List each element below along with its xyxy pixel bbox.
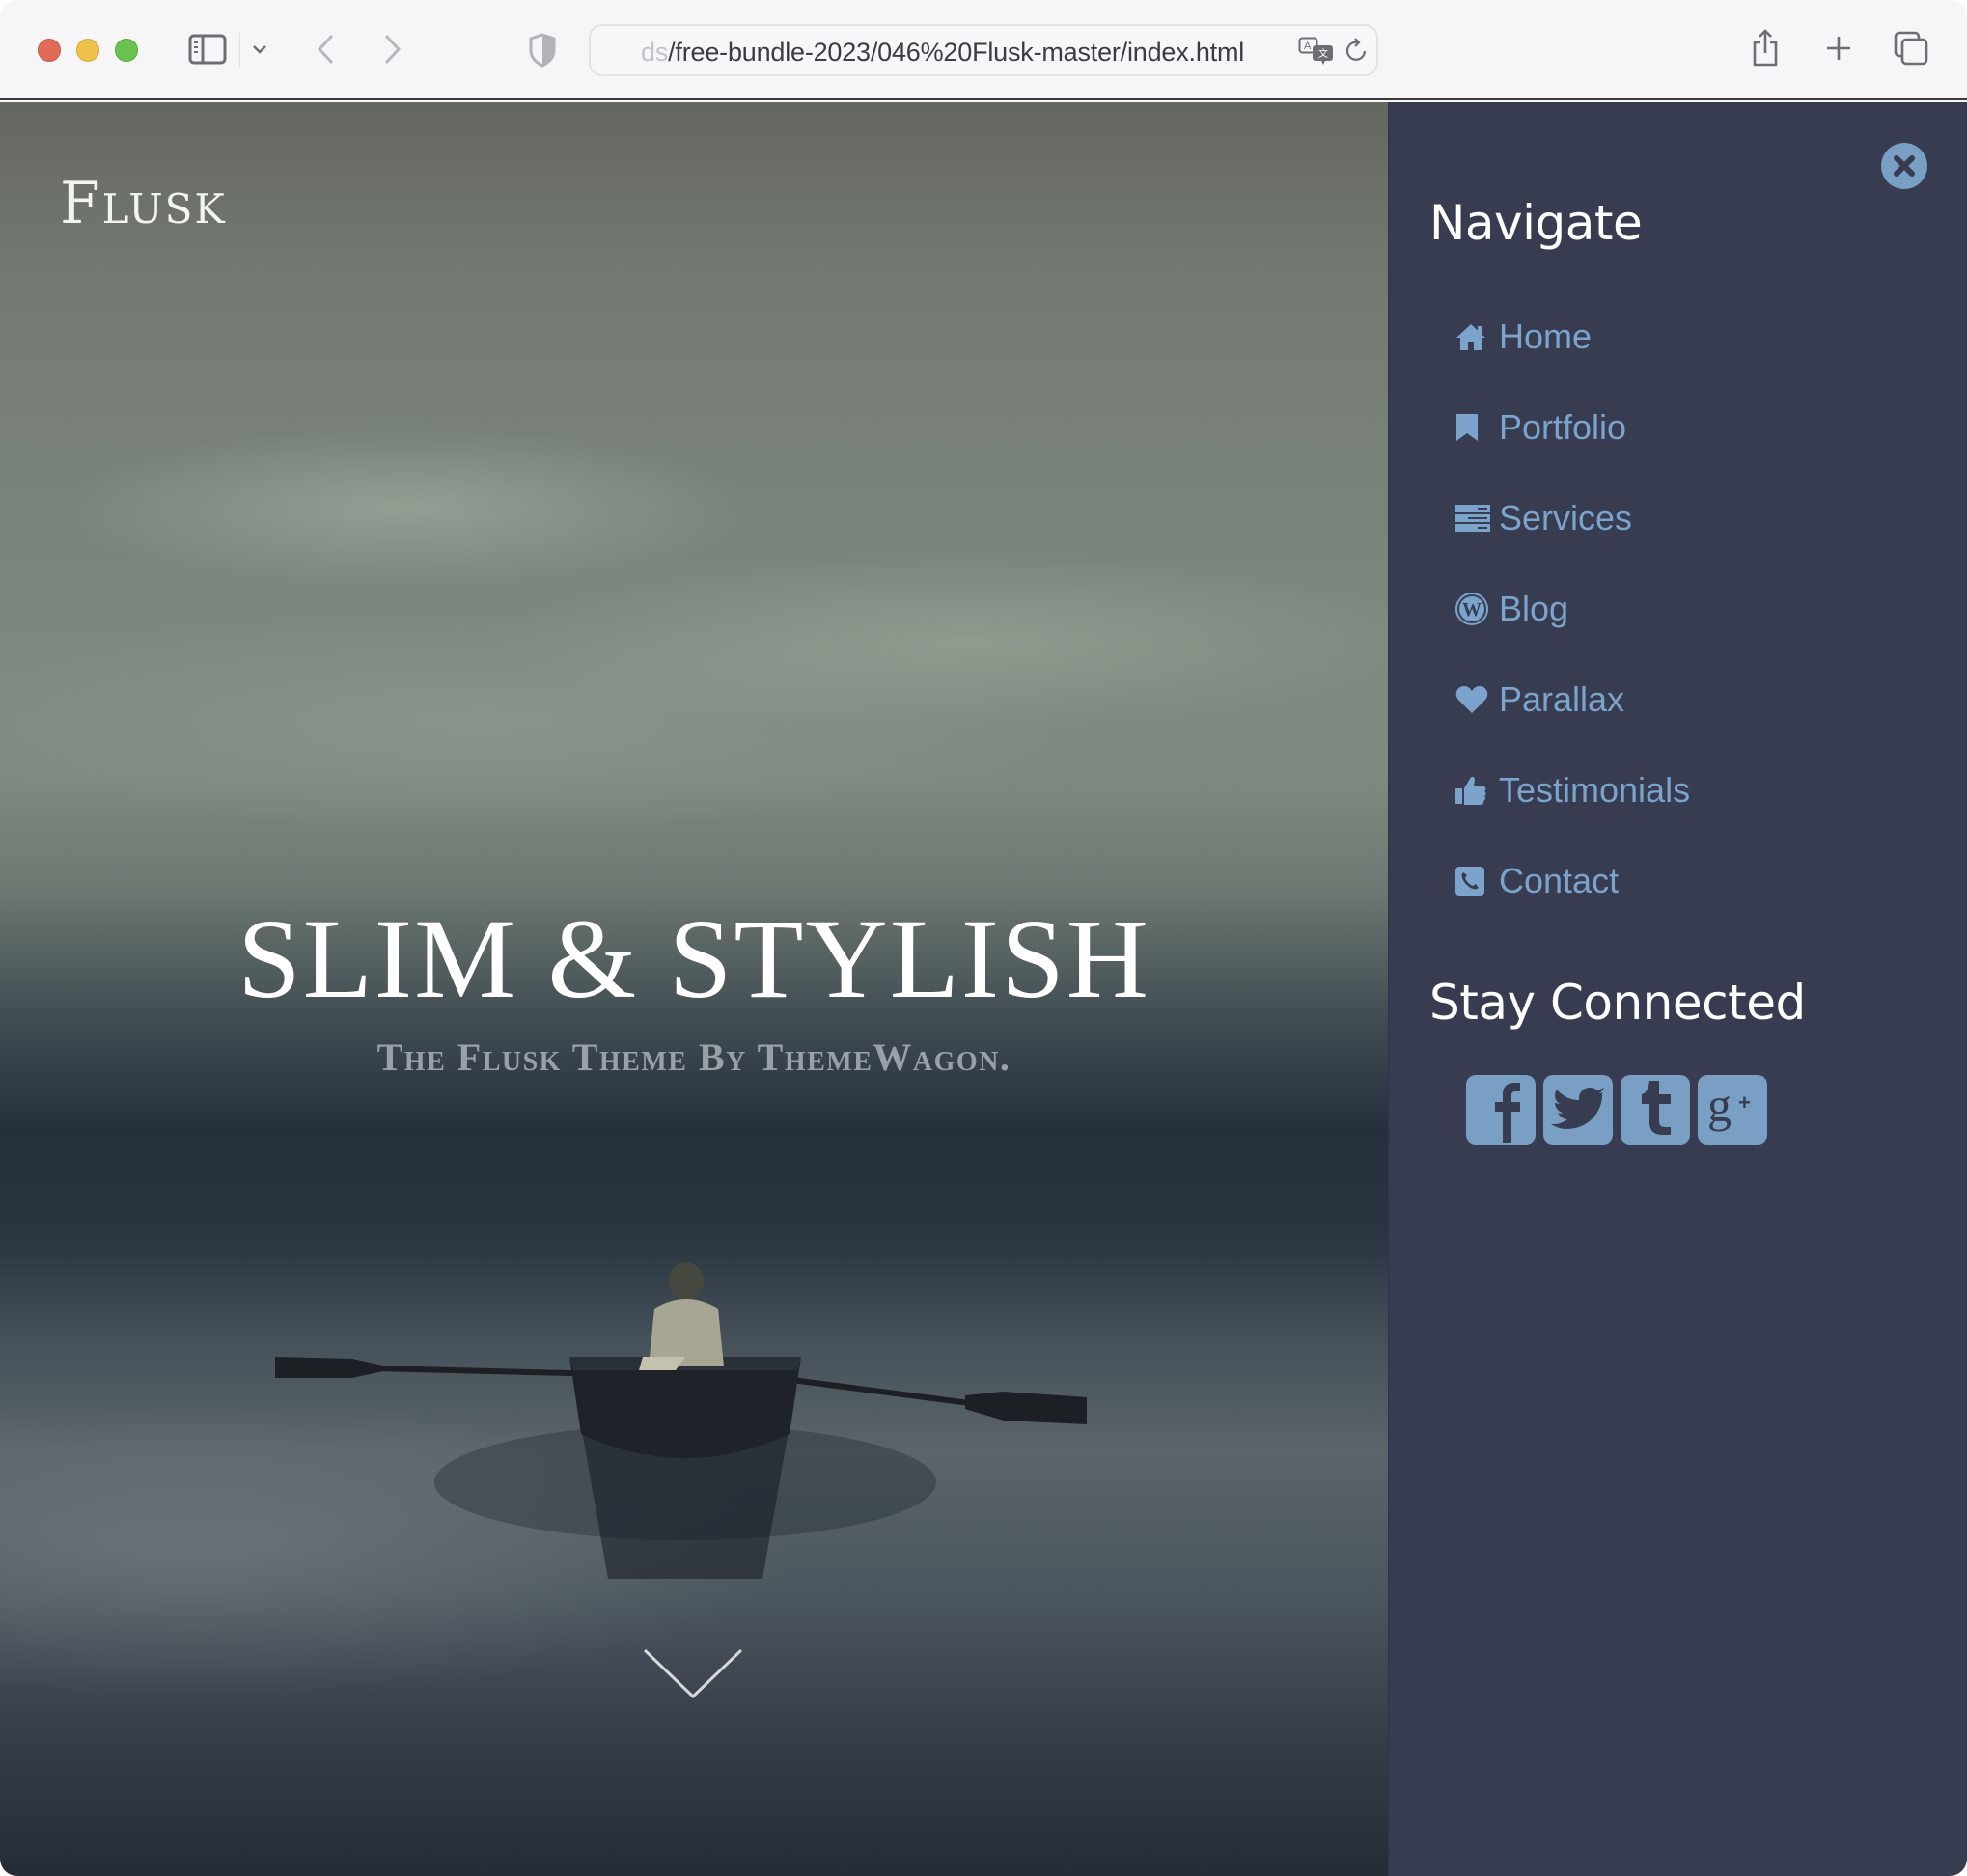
home-icon [1454, 319, 1491, 354]
nav-item-blog[interactable]: W Blog [1454, 564, 1690, 654]
browser-window: ds/free-bundle-2023/046%20Flusk-master/i… [0, 0, 1967, 1876]
web-page: Flusk SLIM & STYLISH The Flusk Theme By … [0, 102, 1967, 1876]
phone-icon [1454, 864, 1491, 898]
rowboat-image [275, 1262, 1087, 1579]
hero-subheadline: The Flusk Theme By ThemeWagon. [376, 1035, 1011, 1079]
reload-icon[interactable] [1342, 34, 1372, 69]
privacy-shield-icon[interactable] [527, 31, 558, 69]
stay-connected-heading: Stay Connected [1429, 975, 1806, 1031]
nav-item-label: Portfolio [1499, 407, 1627, 447]
nav-list: Home Portfolio Services W Blog Parallax [1454, 291, 1690, 926]
nav-item-home[interactable]: Home [1454, 291, 1690, 382]
toolbar-divider [239, 33, 240, 68]
nav-item-parallax[interactable]: Parallax [1454, 654, 1690, 745]
svg-text:A: A [1304, 41, 1312, 52]
svg-text:文: 文 [1318, 47, 1328, 60]
new-tab-icon[interactable] [1822, 29, 1855, 68]
wordpress-icon: W [1454, 592, 1491, 626]
nav-item-label: Testimonials [1499, 770, 1691, 810]
chevron-down-icon[interactable] [643, 1646, 743, 1704]
tumblr-link[interactable] [1621, 1075, 1690, 1145]
nav-item-label: Contact [1499, 861, 1620, 900]
browser-toolbar: ds/free-bundle-2023/046%20Flusk-master/i… [0, 0, 1967, 100]
url-path: /free-bundle-2023/046%20Flusk-master/ind… [668, 38, 1245, 67]
server-icon [1454, 501, 1491, 536]
nav-item-contact[interactable]: Contact [1454, 836, 1690, 926]
nav-item-testimonials[interactable]: Testimonials [1454, 745, 1690, 836]
nav-item-services[interactable]: Services [1454, 473, 1690, 564]
facebook-link[interactable] [1466, 1075, 1536, 1145]
url-text[interactable]: ds/free-bundle-2023/046%20Flusk-master/i… [641, 38, 1244, 68]
sidebar-icon[interactable] [187, 33, 228, 66]
heart-icon [1454, 682, 1491, 717]
navigate-heading: Navigate [1429, 195, 1643, 251]
facebook-icon [1466, 1075, 1536, 1145]
forward-icon[interactable] [378, 29, 407, 69]
nav-item-label: Parallax [1499, 679, 1625, 719]
minimize-window-button[interactable] [76, 39, 99, 62]
bookmark-icon [1454, 410, 1491, 445]
thumbs-up-icon [1454, 773, 1491, 808]
close-icon[interactable] [1881, 143, 1927, 189]
nav-item-label: Home [1499, 317, 1593, 356]
translate-icon[interactable]: A文 [1297, 34, 1336, 69]
nav-item-label: Blog [1499, 589, 1569, 628]
zoom-window-button[interactable] [115, 39, 138, 62]
google-plus-link[interactable]: g + [1698, 1075, 1767, 1145]
svg-text:+: + [1738, 1090, 1751, 1115]
nav-item-portfolio[interactable]: Portfolio [1454, 382, 1690, 473]
svg-text:g: g [1707, 1078, 1732, 1132]
site-logo[interactable]: Flusk [60, 170, 227, 237]
svg-text:W: W [1462, 599, 1482, 621]
hero-headline: SLIM & STYLISH [237, 896, 1150, 1022]
google-plus-icon: g + [1702, 1077, 1763, 1144]
twitter-icon [1549, 1084, 1607, 1137]
share-icon[interactable] [1749, 27, 1782, 69]
offcanvas-menu: Navigate Home Portfolio Services W Blog [1388, 102, 1967, 1876]
twitter-link[interactable] [1543, 1075, 1613, 1145]
hero-section: Flusk SLIM & STYLISH The Flusk Theme By … [0, 102, 1388, 1876]
nav-item-label: Services [1499, 498, 1633, 538]
chevron-down-icon[interactable] [249, 37, 270, 62]
social-links: g + [1466, 1075, 1767, 1145]
tumblr-icon [1634, 1079, 1676, 1142]
url-prefix: ds [641, 38, 669, 67]
close-window-button[interactable] [38, 39, 61, 62]
address-bar[interactable]: ds/free-bundle-2023/046%20Flusk-master/i… [589, 24, 1378, 76]
back-icon[interactable] [311, 29, 340, 69]
tab-overview-icon[interactable] [1892, 29, 1930, 68]
